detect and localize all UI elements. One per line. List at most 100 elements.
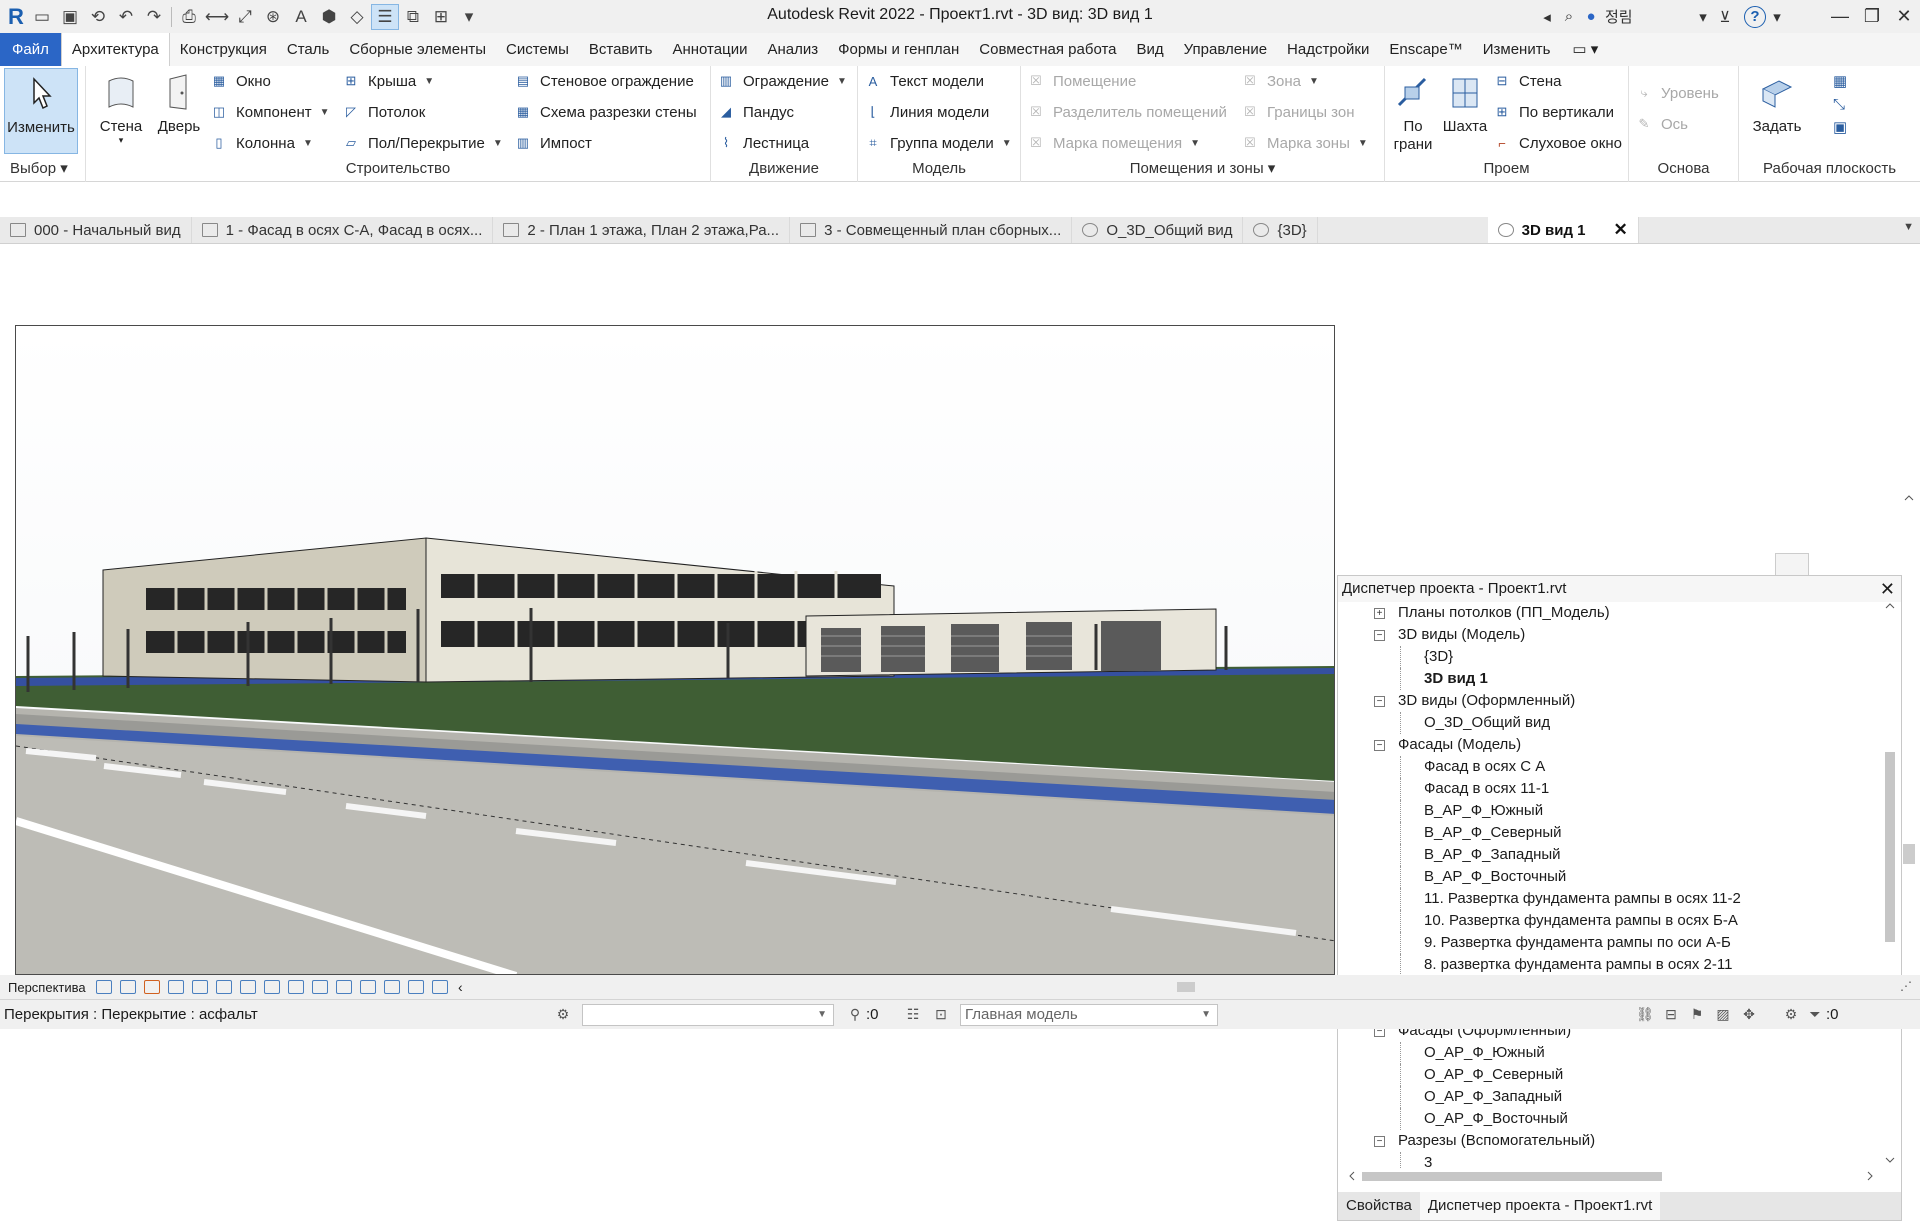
tab-architecture[interactable]: Архитектура bbox=[60, 33, 170, 66]
modify-button[interactable]: Изменить bbox=[4, 68, 78, 154]
collapse-icon[interactable]: − bbox=[1374, 740, 1385, 751]
wall-opening-button[interactable]: ⊟ Стена bbox=[1493, 69, 1562, 93]
open-icon[interactable]: ▭ bbox=[28, 4, 56, 30]
area-tag-button[interactable]: ☒ Марка зоны ▼ bbox=[1241, 131, 1368, 155]
tree-item[interactable]: О_3D_Общий вид bbox=[1338, 712, 1881, 734]
worksharing-icon[interactable] bbox=[408, 980, 424, 994]
show-workplane-icon[interactable]: ▦ bbox=[1833, 69, 1847, 93]
reveal-hidden-icon[interactable] bbox=[312, 980, 328, 994]
visual-style-icon[interactable] bbox=[120, 980, 136, 994]
area-boundary-button[interactable]: ☒ Границы зон bbox=[1241, 100, 1354, 124]
restore-icon[interactable]: ❐ bbox=[1856, 4, 1888, 30]
tree-item[interactable]: 8. развертка фундамента рампы в осях 2-1… bbox=[1338, 954, 1881, 976]
3d-view-icon[interactable]: ⬢ bbox=[315, 4, 343, 30]
tab-properties[interactable]: Свойства bbox=[1338, 1192, 1420, 1220]
tab-addins[interactable]: Надстройки bbox=[1277, 33, 1379, 66]
tree-item[interactable]: В_АР_Ф_Северный bbox=[1338, 822, 1881, 844]
tree-item[interactable]: Фасад в осях С А bbox=[1338, 756, 1881, 778]
tree-vertical-scrollbar[interactable] bbox=[1883, 602, 1897, 1168]
lock-view-icon[interactable] bbox=[264, 980, 280, 994]
column-button[interactable]: ▯ Колонна ▼ bbox=[210, 131, 313, 155]
tab-steel[interactable]: Сталь bbox=[277, 33, 339, 66]
detail-level-icon[interactable] bbox=[96, 980, 112, 994]
measure-icon[interactable]: ⟷ bbox=[203, 4, 231, 30]
tree-item[interactable]: О_АР_Ф_Северный bbox=[1338, 1064, 1881, 1086]
area-button[interactable]: ☒ Зона ▼ bbox=[1241, 69, 1319, 93]
horizontal-scrollbar[interactable] bbox=[477, 980, 1277, 994]
drawing-area[interactable]: Диспетчер проекта - Проект1.rvt ✕ + Планы… bbox=[0, 244, 1920, 1221]
design-option-dropdown[interactable]: Главная модель ▼ bbox=[960, 1004, 1218, 1026]
help-icon[interactable]: ? bbox=[1744, 5, 1766, 28]
panel-room-area-label[interactable]: Помещения и зоны ▾ bbox=[1021, 158, 1384, 180]
tree-item[interactable]: В_АР_Ф_Восточный bbox=[1338, 866, 1881, 888]
undo-icon[interactable]: ↶ bbox=[112, 4, 140, 30]
drag-elements-icon[interactable]: ✥ bbox=[1740, 1006, 1758, 1024]
mullion-button[interactable]: ▥ Импост bbox=[514, 131, 592, 155]
vertical-opening-button[interactable]: ⊞ По вертикали bbox=[1493, 100, 1615, 124]
select-links-icon[interactable]: ⛓ bbox=[1636, 1006, 1654, 1024]
view-cube[interactable] bbox=[1775, 553, 1809, 575]
cart-icon[interactable]: ⊻ bbox=[1714, 4, 1736, 30]
chevron-down-icon[interactable]: ▼ bbox=[837, 76, 847, 87]
model-group-button[interactable]: ⌗ Группа модели ▼ bbox=[864, 131, 1012, 155]
tab-modify[interactable]: Изменить bbox=[1473, 33, 1561, 66]
room-button[interactable]: ☒ Помещение bbox=[1027, 69, 1136, 93]
select-by-face-icon[interactable]: ▨ bbox=[1714, 1006, 1732, 1024]
railing-button[interactable]: ▥ Ограждение ▼ bbox=[717, 69, 847, 93]
section-icon[interactable]: ◇ bbox=[343, 4, 371, 30]
chevron-down-icon[interactable]: ▼ bbox=[1358, 138, 1368, 149]
tree-group[interactable]: − Разрезы (Вспомогательный) bbox=[1338, 1130, 1881, 1152]
filter-icon[interactable]: ⏷ bbox=[1806, 1006, 1824, 1024]
ref-plane-icon[interactable]: ⤡ bbox=[1833, 92, 1845, 116]
tree-item[interactable]: Фасад в осях 11-1 bbox=[1338, 778, 1881, 800]
tree-group[interactable]: − 3D виды (Модель) bbox=[1338, 624, 1881, 646]
chevron-down-icon[interactable]: ▼ bbox=[320, 107, 330, 118]
view-tab[interactable]: О_3D_Общий вид bbox=[1072, 217, 1244, 243]
tab-view[interactable]: Вид bbox=[1127, 33, 1174, 66]
chevron-down-icon[interactable]: ▼ bbox=[303, 138, 313, 149]
chevron-down-icon[interactable]: ▼ bbox=[424, 76, 434, 87]
3d-viewport[interactable] bbox=[15, 325, 1335, 975]
close-icon[interactable]: ✕ bbox=[1888, 4, 1920, 30]
ceiling-button[interactable]: ◸ Потолок bbox=[342, 100, 425, 124]
close-icon[interactable]: ✕ bbox=[1880, 576, 1895, 602]
chevron-down-icon[interactable]: ▼ bbox=[1309, 76, 1319, 87]
by-face-button[interactable]: По грани bbox=[1387, 68, 1439, 154]
workset-dropdown[interactable]: ▼ bbox=[582, 1004, 834, 1026]
redo-icon[interactable]: ↷ bbox=[140, 4, 168, 30]
temp-hide-icon[interactable] bbox=[288, 980, 304, 994]
show-crop-icon[interactable] bbox=[240, 980, 256, 994]
tab-precast[interactable]: Сборные элементы bbox=[339, 33, 496, 66]
expand-icon[interactable]: + bbox=[1374, 608, 1385, 619]
chevron-left-icon[interactable]: ‹ bbox=[458, 979, 463, 995]
ribbon-options-icon[interactable]: ▭ ▾ bbox=[1560, 33, 1610, 66]
view-tab[interactable]: 1 - Фасад в осях С-А, Фасад в осях... bbox=[192, 217, 494, 243]
panel-select-label[interactable]: Выбор ▾ bbox=[0, 158, 85, 180]
close-hidden-icon[interactable]: ⧉ bbox=[399, 4, 427, 30]
editable-only-icon[interactable]: ⚲ bbox=[846, 1006, 864, 1024]
design-options-icon[interactable]: ☷ bbox=[904, 1006, 922, 1024]
tab-annotate[interactable]: Аннотации bbox=[662, 33, 757, 66]
tree-item[interactable]: В_АР_Ф_Западный bbox=[1338, 844, 1881, 866]
crop-view-icon[interactable] bbox=[216, 980, 232, 994]
chevron-down-icon[interactable]: ▼ bbox=[1002, 138, 1012, 149]
chevron-down-icon[interactable]: ▼ bbox=[493, 138, 503, 149]
analytical-icon[interactable] bbox=[336, 980, 352, 994]
constraints-icon[interactable] bbox=[384, 980, 400, 994]
print-icon[interactable]: ⎙ bbox=[175, 4, 203, 30]
tree-item[interactable]: 3D вид 1 bbox=[1338, 668, 1881, 690]
search-icon[interactable]: ⌕ bbox=[1558, 4, 1580, 30]
room-tag-button[interactable]: ☒ Марка помещения ▼ bbox=[1027, 131, 1200, 155]
tab-enscape[interactable]: Enscape™ bbox=[1379, 33, 1472, 66]
tree-item[interactable]: 3 bbox=[1338, 1152, 1881, 1168]
tree-group[interactable]: − Фасады (Модель) bbox=[1338, 734, 1881, 756]
room-separator-button[interactable]: ☒ Разделитель помещений bbox=[1027, 100, 1227, 124]
resize-grip-icon[interactable]: ⋰ bbox=[1900, 979, 1912, 993]
view-tab-active[interactable]: 3D вид 1 ✕ bbox=[1487, 217, 1639, 243]
minimize-icon[interactable]: — bbox=[1824, 4, 1856, 30]
hide-analytical-icon[interactable] bbox=[432, 980, 448, 994]
collapse-icon[interactable]: − bbox=[1374, 1136, 1385, 1147]
view-tab[interactable]: 3 - Совмещенный план сборных... bbox=[790, 217, 1073, 243]
design-options-icon-2[interactable]: ⊡ bbox=[932, 1006, 950, 1024]
viewer-icon[interactable]: ▣ bbox=[1833, 115, 1847, 139]
